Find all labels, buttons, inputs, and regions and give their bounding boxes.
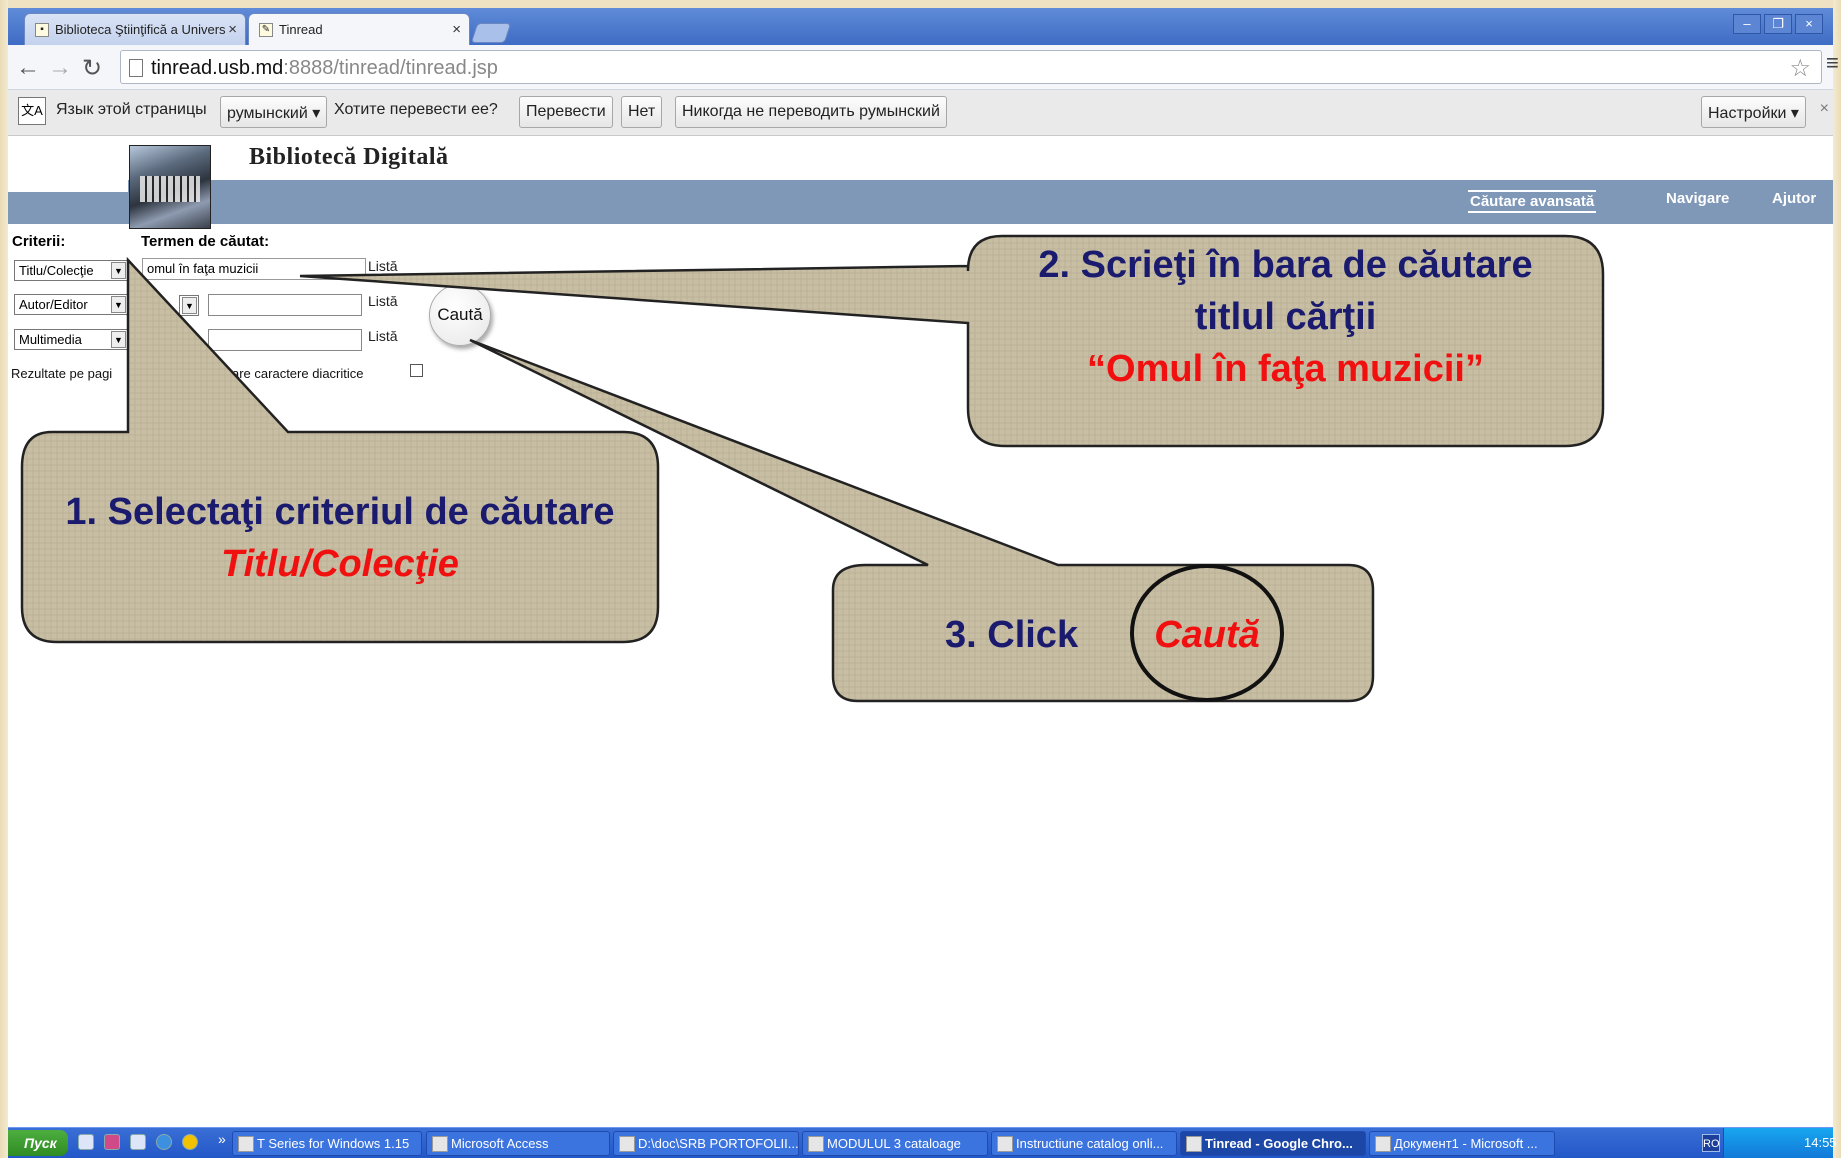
callout-step2-highlight: “Omul în faţa muzicii”: [1087, 348, 1484, 390]
translate-icon: 文A: [18, 97, 46, 125]
search-term-input-3[interactable]: [208, 329, 362, 351]
list-link-3[interactable]: Listă: [368, 328, 398, 344]
close-tab-icon[interactable]: ×: [228, 21, 237, 38]
quicklaunch-icon[interactable]: [78, 1134, 94, 1150]
slide-frame-left: [0, 0, 8, 1158]
never-translate-button[interactable]: Никогда не переводить румынский: [675, 96, 947, 128]
taskbar-item[interactable]: T Series for Windows 1.15: [232, 1131, 422, 1156]
new-tab-button[interactable]: [470, 23, 512, 43]
translate-question: Хотите перевести ее?: [334, 101, 498, 118]
clock[interactable]: 14:55: [1804, 1135, 1837, 1150]
left-nav-block: [8, 192, 95, 224]
translate-lang-prompt: Язык этой страницы: [56, 101, 207, 118]
no-translate-button[interactable]: Нет: [621, 96, 663, 128]
quicklaunch-icon[interactable]: [104, 1134, 120, 1150]
address-bar[interactable]: tinread.usb.md:8888/tinread/tinread.jsp …: [120, 50, 1822, 84]
translate-settings-button[interactable]: Настройки ▾: [1701, 96, 1806, 128]
translate-settings-label: Настройки: [1708, 105, 1787, 122]
back-arrow-icon[interactable]: ←: [16, 54, 40, 82]
start-button[interactable]: Пуск: [8, 1130, 68, 1156]
taskbar-item[interactable]: Документ1 - Microsoft ...: [1369, 1131, 1555, 1156]
term-label: Termen de căutat:: [141, 233, 270, 250]
browser-tab-bar: ▪ Biblioteca Ştiinţifică a Univers × ✎ T…: [8, 8, 1833, 45]
language-select-value: румынский: [227, 105, 308, 122]
header-notch: [8, 180, 128, 192]
search-button[interactable]: Caută: [429, 284, 491, 346]
forward-arrow-icon[interactable]: →: [48, 54, 72, 82]
slide-frame-right: [1833, 0, 1841, 1158]
nav-advanced-search[interactable]: Căutare avansată: [1468, 190, 1597, 213]
restore-icon[interactable]: ❐: [1764, 14, 1792, 34]
tab-label: Biblioteca Ştiinţifică a Univers: [55, 22, 226, 37]
taskbar-item[interactable]: D:\doc\SRB PORTOFOLII...: [613, 1131, 799, 1156]
translate-button[interactable]: Перевести: [519, 96, 613, 128]
language-select[interactable]: румынский ▾: [220, 96, 328, 128]
browser-toolbar: ← → ↻ tinread.usb.md:8888/tinread/tinrea…: [8, 45, 1833, 90]
nav-help[interactable]: Ajutor: [1772, 190, 1816, 207]
taskbar-item[interactable]: MODULUL 3 cataloage: [802, 1131, 988, 1156]
criterion-select-1[interactable]: Titlu/Colecţie ▼: [14, 260, 128, 281]
operator-select-2[interactable]: ▼: [179, 295, 199, 316]
tab-tinread[interactable]: ✎ Tinread ×: [248, 13, 470, 45]
callout-step2: 2. Scrieţi în bara de căutare titlul căr…: [968, 239, 1603, 395]
close-translate-bar-icon[interactable]: ×: [1820, 100, 1829, 118]
dropdown-arrow-icon: ▼: [111, 296, 126, 313]
windows-taskbar: Пуск » T Series for Windows 1.15 Microso…: [8, 1127, 1837, 1158]
callout-step2-subtitle: titlul cărţii: [1194, 296, 1377, 338]
system-tray: 14:55: [1723, 1128, 1837, 1158]
bookmark-star-icon[interactable]: ☆: [1789, 54, 1811, 83]
criterion-select-3[interactable]: Multimedia ▼: [14, 329, 128, 350]
taskbar-item[interactable]: Microsoft Access: [426, 1131, 610, 1156]
ie-icon[interactable]: [156, 1134, 172, 1150]
url-domain: tinread.usb.md: [151, 57, 284, 79]
tab-biblioteca[interactable]: ▪ Biblioteca Ştiinţifică a Univers ×: [24, 13, 246, 45]
translate-bar: 文A Язык этой страницы румынский ▾ Хотите…: [8, 90, 1833, 136]
chrome-icon[interactable]: [182, 1134, 198, 1150]
slide-frame-top: [0, 0, 1841, 8]
criteria-label: Criterii:: [12, 233, 66, 250]
more-quicklaunch-icon[interactable]: »: [218, 1131, 226, 1147]
search-term-input-1[interactable]: omul în faţa muzicii: [142, 258, 366, 280]
list-link-2[interactable]: Listă: [368, 293, 398, 309]
page-icon: [129, 59, 143, 77]
criterion-value: Autor/Editor: [19, 297, 88, 312]
callout-step2-title: 2. Scrieţi în bara de căutare: [1038, 244, 1533, 286]
page-favicon-icon: ▪: [35, 23, 49, 37]
chrome-menu-icon[interactable]: ≡: [1826, 50, 1839, 76]
nav-browse[interactable]: Navigare: [1666, 190, 1729, 207]
diacritics-label: are caractere diacritice: [232, 366, 364, 381]
list-link-1[interactable]: Listă: [368, 258, 398, 274]
tinread-favicon-icon: ✎: [259, 23, 273, 37]
library-logo-image: [129, 145, 211, 229]
callout-step1-title: 1. Selectaţi criteriul de căutare: [65, 491, 615, 533]
window-controls: – ❐ ×: [1733, 14, 1823, 34]
dropdown-arrow-icon: ▼: [111, 262, 126, 279]
callout-step3-highlight: Caută: [1154, 614, 1260, 656]
language-indicator[interactable]: RO: [1702, 1134, 1720, 1152]
dropdown-arrow-icon: ▼: [111, 331, 126, 348]
url-path: :8888/tinread/tinread.jsp: [283, 57, 498, 79]
taskbar-item-active[interactable]: Tinread - Google Chro...: [1180, 1131, 1366, 1156]
diacritics-checkbox[interactable]: [410, 364, 423, 377]
results-per-page-label: Rezultate pe pagi: [11, 366, 113, 381]
criterion-value: Multimedia: [19, 332, 82, 347]
criterion-select-2[interactable]: Autor/Editor ▼: [14, 294, 128, 315]
callout-step3-text: 3. Click: [945, 614, 1079, 656]
minimize-icon[interactable]: –: [1733, 14, 1761, 34]
dropdown-arrow-icon: ▼: [182, 297, 197, 314]
close-window-icon[interactable]: ×: [1795, 14, 1823, 34]
callout-step1-highlight: Titlu/Colecţie: [221, 543, 459, 585]
reload-icon[interactable]: ↻: [82, 54, 102, 83]
site-title: Bibliotecă Digitală: [249, 144, 449, 170]
callout-step1: 1. Selectaţi criteriul de căutare Titlu/…: [22, 486, 658, 590]
close-tab-icon[interactable]: ×: [452, 21, 461, 38]
criterion-value: Titlu/Colecţie: [19, 263, 94, 278]
tab-label: Tinread: [279, 22, 323, 37]
search-term-input-2[interactable]: [208, 294, 362, 316]
taskbar-item[interactable]: Instructiune catalog onli...: [991, 1131, 1177, 1156]
quicklaunch-icon[interactable]: [130, 1134, 146, 1150]
